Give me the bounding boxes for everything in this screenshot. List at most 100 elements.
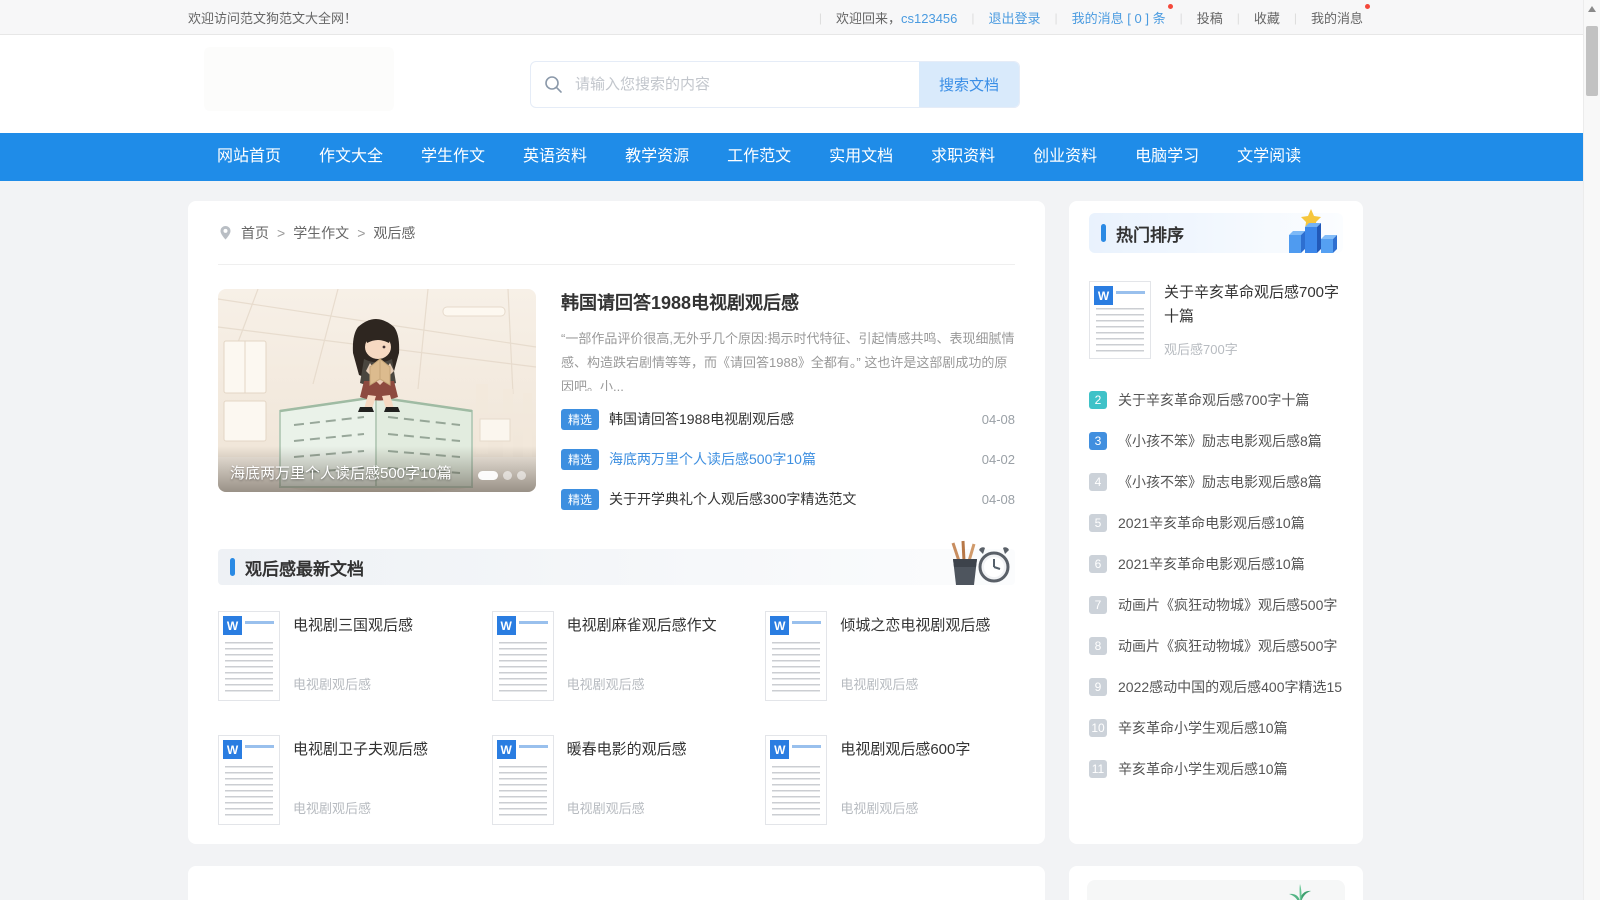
scrollbar-thumb[interactable] [1586, 26, 1598, 96]
nav-item-english[interactable]: 英语资料 [504, 133, 606, 181]
breadcrumb-home[interactable]: 首页 [241, 223, 269, 243]
featured-badge: 精选 [561, 449, 599, 470]
site-header: 搜索文档 [0, 35, 1600, 133]
podium-star-icon [1285, 207, 1337, 258]
username-link[interactable]: cs123456 [901, 11, 957, 26]
rank-badge: 2 [1089, 391, 1107, 409]
hot-rank-title[interactable]: 关于辛亥革命观后感700字十篇 [1118, 390, 1309, 410]
featured-article-list: 精选 韩国请回答1988电视剧观后感 04-08 精选 海底两万里个人读后感50… [561, 399, 1015, 519]
nav-item-computer[interactable]: 电脑学习 [1116, 133, 1218, 181]
doc-title[interactable]: 电视剧三国观后感 [293, 614, 413, 635]
messages-count-link[interactable]: 我的消息 [ 0 ] 条 [1072, 8, 1166, 27]
hot-rank-item[interactable]: 10辛亥革命小学生观后感10篇 [1089, 707, 1343, 748]
nav-item-home[interactable]: 网站首页 [198, 133, 300, 181]
hot-top-subtitle: 观后感700字 [1164, 339, 1343, 358]
breadcrumb-student-writing[interactable]: 学生作文 [293, 223, 349, 243]
doc-item[interactable]: W 暖春电影的观后感电视剧观后感 [492, 735, 742, 825]
main-nav: 网站首页 作文大全 学生作文 英语资料 教学资源 工作范文 实用文档 求职资料 … [0, 133, 1600, 181]
divider: | [971, 11, 974, 25]
hot-ranking-header: 热门排序 [1089, 213, 1343, 253]
featured-badge: 精选 [561, 489, 599, 510]
hot-rank-title[interactable]: 辛亥革命小学生观后感10篇 [1118, 759, 1288, 779]
hot-rank-title[interactable]: 动画片《疯狂动物城》观后感500字 [1118, 595, 1337, 615]
doc-category: 电视剧观后感 [840, 798, 970, 817]
carousel-dot[interactable] [503, 471, 512, 480]
doc-item[interactable]: W 倾城之恋电视剧观后感电视剧观后感 [765, 611, 1015, 701]
favorites-link[interactable]: 收藏 [1254, 8, 1280, 27]
rank-badge: 5 [1089, 514, 1107, 532]
word-doc-thumbnail: W [765, 611, 827, 701]
hot-rank-title[interactable]: 2021辛亥革命电影观后感10篇 [1118, 513, 1305, 533]
carousel-dots [478, 471, 526, 480]
carousel-dot[interactable] [478, 471, 498, 480]
topbar: 欢迎访问范文狗范文大全网！ | 欢迎回来，cs123456 | 退出登录 | 我… [0, 0, 1600, 35]
doc-title[interactable]: 电视剧麻雀观后感作文 [567, 614, 717, 635]
hot-rank-item[interactable]: 4《小孩不笨》励志电影观后感8篇 [1089, 461, 1343, 502]
nav-item-student-writing[interactable]: 学生作文 [402, 133, 504, 181]
featured-list-item[interactable]: 精选 韩国请回答1988电视剧观后感 04-08 [561, 399, 1015, 439]
hot-rank-title[interactable]: 《小孩不笨》励志电影观后感8篇 [1118, 472, 1322, 492]
featured-list-item[interactable]: 精选 关于开学典礼个人观后感300字精选范文 04-08 [561, 479, 1015, 519]
hot-rank-top-item[interactable]: W 关于辛亥革命观后感700字十篇 观后感700字 [1089, 281, 1343, 359]
site-welcome-text: 欢迎访问范文狗范文大全网！ [188, 8, 357, 27]
nav-item-job-seeking[interactable]: 求职资料 [912, 133, 1014, 181]
nav-item-essays[interactable]: 作文大全 [300, 133, 402, 181]
doc-item[interactable]: W 电视剧观后感600字电视剧观后感 [765, 735, 1015, 825]
hot-top-title[interactable]: 关于辛亥革命观后感700字十篇 [1164, 281, 1343, 330]
doc-category: 电视剧观后感 [840, 674, 990, 693]
hot-rank-title[interactable]: 2021辛亥革命电影观后感10篇 [1118, 554, 1305, 574]
doc-item[interactable]: W 电视剧卫子夫观后感电视剧观后感 [218, 735, 468, 825]
carousel-caption[interactable]: 海底两万里个人读后感500字10篇 [230, 462, 452, 483]
carousel-slide[interactable]: 海底两万里个人读后感500字10篇 [218, 289, 536, 492]
hot-rank-item[interactable]: 62021辛亥革命电影观后感10篇 [1089, 543, 1343, 584]
divider: | [1237, 11, 1240, 25]
nav-item-startup[interactable]: 创业资料 [1014, 133, 1116, 181]
rank-badge: 11 [1089, 760, 1107, 778]
nav-item-work-docs[interactable]: 工作范文 [708, 133, 810, 181]
doc-title[interactable]: 电视剧卫子夫观后感 [293, 738, 428, 759]
page-scrollbar [1583, 0, 1600, 900]
hot-rank-title[interactable]: 2022感动中国的观后感400字精选15 [1118, 677, 1342, 697]
breadcrumb-separator: > [277, 225, 285, 241]
nav-item-literature[interactable]: 文学阅读 [1218, 133, 1320, 181]
word-doc-thumbnail: W [218, 611, 280, 701]
article-link[interactable]: 关于开学典礼个人观后感300字精选范文 [609, 489, 856, 509]
doc-title[interactable]: 暖春电影的观后感 [567, 738, 687, 759]
hot-rank-item[interactable]: 8动画片《疯狂动物城》观后感500字 [1089, 625, 1343, 666]
search-input[interactable] [575, 62, 919, 107]
scrollbar-up-button[interactable] [1584, 0, 1600, 18]
logout-link[interactable]: 退出登录 [989, 8, 1041, 27]
hot-rank-item[interactable]: 2 关于辛亥革命观后感700字十篇 [1089, 379, 1343, 420]
word-doc-thumbnail: W [218, 735, 280, 825]
nav-item-teaching[interactable]: 教学资源 [606, 133, 708, 181]
featured-list-item[interactable]: 精选 海底两万里个人读后感500字10篇 04-02 [561, 439, 1015, 479]
doc-item[interactable]: W 电视剧麻雀观后感作文电视剧观后感 [492, 611, 742, 701]
featured-article-title[interactable]: 韩国请回答1988电视剧观后感 [561, 289, 1015, 315]
doc-title[interactable]: 电视剧观后感600字 [840, 738, 970, 759]
featured-badge: 精选 [561, 409, 599, 430]
carousel-dot[interactable] [517, 471, 526, 480]
hot-rank-title[interactable]: 《小孩不笨》励志电影观后感8篇 [1118, 431, 1322, 451]
doc-item[interactable]: W 电视剧三国观后感电视剧观后感 [218, 611, 468, 701]
nav-item-practical-docs[interactable]: 实用文档 [810, 133, 912, 181]
article-link[interactable]: 海底两万里个人读后感500字10篇 [609, 449, 816, 469]
word-icon: W [497, 616, 516, 635]
doc-title[interactable]: 倾城之恋电视剧观后感 [840, 614, 990, 635]
my-messages-link[interactable]: 我的消息 [1311, 8, 1363, 27]
hot-rank-item[interactable]: 3《小孩不笨》励志电影观后感8篇 [1089, 420, 1343, 461]
site-logo[interactable] [204, 47, 394, 111]
doc-category: 电视剧观后感 [567, 798, 687, 817]
article-link[interactable]: 韩国请回答1988电视剧观后感 [609, 409, 794, 429]
doc-category: 电视剧观后感 [293, 674, 413, 693]
submit-article-link[interactable]: 投稿 [1197, 8, 1223, 27]
word-doc-thumbnail: W [1089, 281, 1151, 359]
word-icon: W [770, 616, 789, 635]
rank-badge: 7 [1089, 596, 1107, 614]
hot-rank-item[interactable]: 92022感动中国的观后感400字精选15 [1089, 666, 1343, 707]
search-button[interactable]: 搜索文档 [919, 62, 1019, 107]
hot-rank-title[interactable]: 辛亥革命小学生观后感10篇 [1118, 718, 1288, 738]
hot-rank-item[interactable]: 7 动画片《疯狂动物城》观后感500字 [1089, 584, 1343, 625]
hot-rank-item[interactable]: 5 2021辛亥革命电影观后感10篇 [1089, 502, 1343, 543]
hot-rank-title[interactable]: 动画片《疯狂动物城》观后感500字 [1118, 636, 1337, 656]
hot-rank-item[interactable]: 11 辛亥革命小学生观后感10篇 [1089, 748, 1343, 789]
